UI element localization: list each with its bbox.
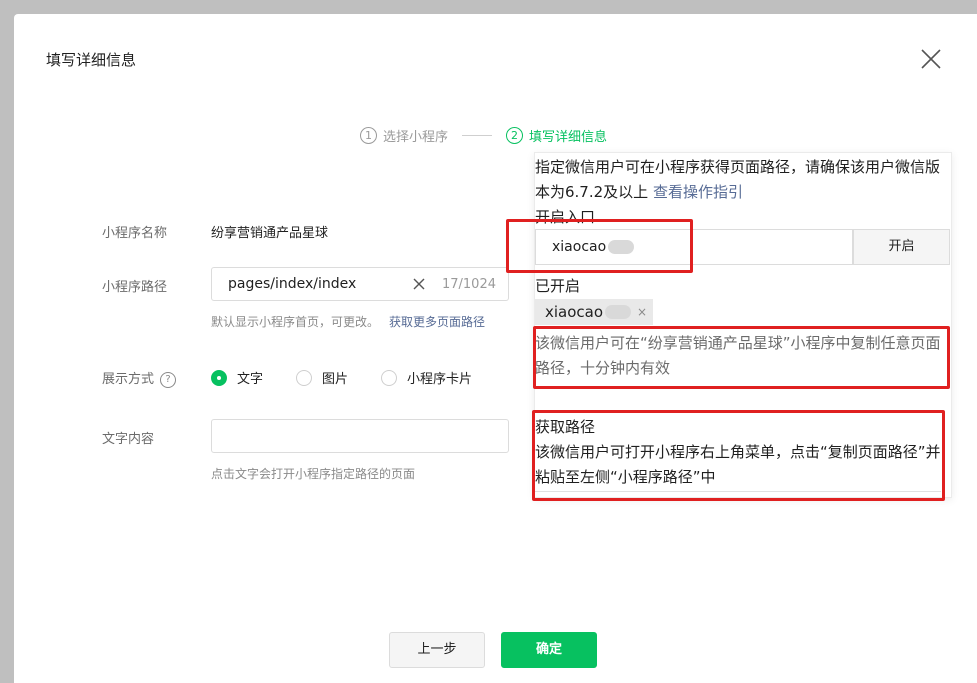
step-label: 填写详细信息: [529, 130, 608, 145]
display-radio-group: 文字 图片 小程序卡片: [211, 368, 505, 387]
step-connector: [462, 135, 493, 136]
radio-label: 文字: [237, 372, 264, 387]
path-helper-popup: 指定微信用户可在小程序获得页面路径，请确保该用户微信版本为6.7.2及以上 查看…: [534, 152, 952, 498]
radio-circle: [381, 369, 398, 386]
enabled-user-name: xiaocao: [545, 303, 604, 321]
divider: [535, 491, 941, 492]
radio-image[interactable]: 图片: [296, 368, 348, 387]
enabled-note: 该微信用户可在“纷享营销通产品星球”小程序中复制任意页面路径，十分钟内有效: [535, 334, 941, 377]
radio-label: 图片: [322, 372, 349, 387]
path-label: 小程序路径: [102, 280, 168, 295]
text-content-label: 文字内容: [102, 432, 155, 447]
radio-label: 小程序卡片: [407, 372, 473, 387]
step-number: 2: [506, 127, 524, 144]
step-number: 1: [360, 127, 377, 144]
clear-icon[interactable]: [412, 277, 426, 291]
name-value: 纷享营销通产品星球: [211, 226, 329, 241]
radio-text[interactable]: 文字: [211, 368, 263, 387]
path-hint: 默认显示小程序首页，可更改。 获取更多页面路径: [211, 313, 485, 330]
stepper: 1 选择小程序 2 填写详细信息: [360, 126, 607, 145]
path-input[interactable]: pages/index/index 17/1024: [211, 267, 509, 301]
close-icon[interactable]: [919, 47, 943, 71]
radio-miniprogram-card[interactable]: 小程序卡片: [381, 368, 472, 387]
radio-circle: [211, 369, 227, 386]
popup-intro: 指定微信用户可在小程序获得页面路径，请确保该用户微信版本为6.7.2及以上 查看…: [535, 155, 943, 205]
enabled-title: 已开启: [535, 277, 581, 295]
display-label: 展示方式?: [102, 368, 177, 388]
prev-button[interactable]: 上一步: [389, 632, 485, 668]
get-path-desc: 该微信用户可打开小程序右上角菜单，点击“复制页面路径”并粘贴至左侧“小程序路径”…: [535, 443, 941, 486]
wechat-user-input[interactable]: xiaocao: [535, 229, 853, 265]
text-content-hint: 点击文字会打开小程序指定路径的页面: [211, 467, 416, 481]
confirm-button[interactable]: 确定: [501, 632, 597, 668]
name-label: 小程序名称: [102, 226, 168, 241]
display-label-text: 展示方式: [102, 372, 155, 387]
radio-circle: [296, 369, 313, 386]
guide-link[interactable]: 查看操作指引: [653, 183, 743, 201]
blurred-text: [605, 305, 632, 319]
path-hint-text: 默认显示小程序首页，可更改。: [211, 315, 380, 329]
get-path-title: 获取路径: [535, 418, 596, 436]
enabled-user-tag: xiaocao ×: [535, 299, 654, 325]
more-paths-link[interactable]: 获取更多页面路径: [389, 315, 485, 329]
enable-button[interactable]: 开启: [853, 229, 950, 265]
enable-entry-title: 开启入口: [535, 208, 596, 226]
text-content-input[interactable]: [211, 419, 509, 453]
step-fill-details: 2 填写详细信息: [506, 126, 607, 145]
step-label: 选择小程序: [383, 130, 449, 145]
remove-tag-icon[interactable]: ×: [637, 305, 647, 319]
help-icon[interactable]: ?: [160, 371, 177, 388]
char-count: 17/1024: [441, 276, 496, 292]
step-select-miniprogram: 1 选择小程序: [360, 126, 448, 145]
path-value: pages/index/index: [228, 276, 357, 292]
wechat-user-value: xiaocao: [552, 239, 607, 255]
blurred-text: [608, 240, 635, 254]
dialog-title: 填写详细信息: [46, 51, 137, 69]
